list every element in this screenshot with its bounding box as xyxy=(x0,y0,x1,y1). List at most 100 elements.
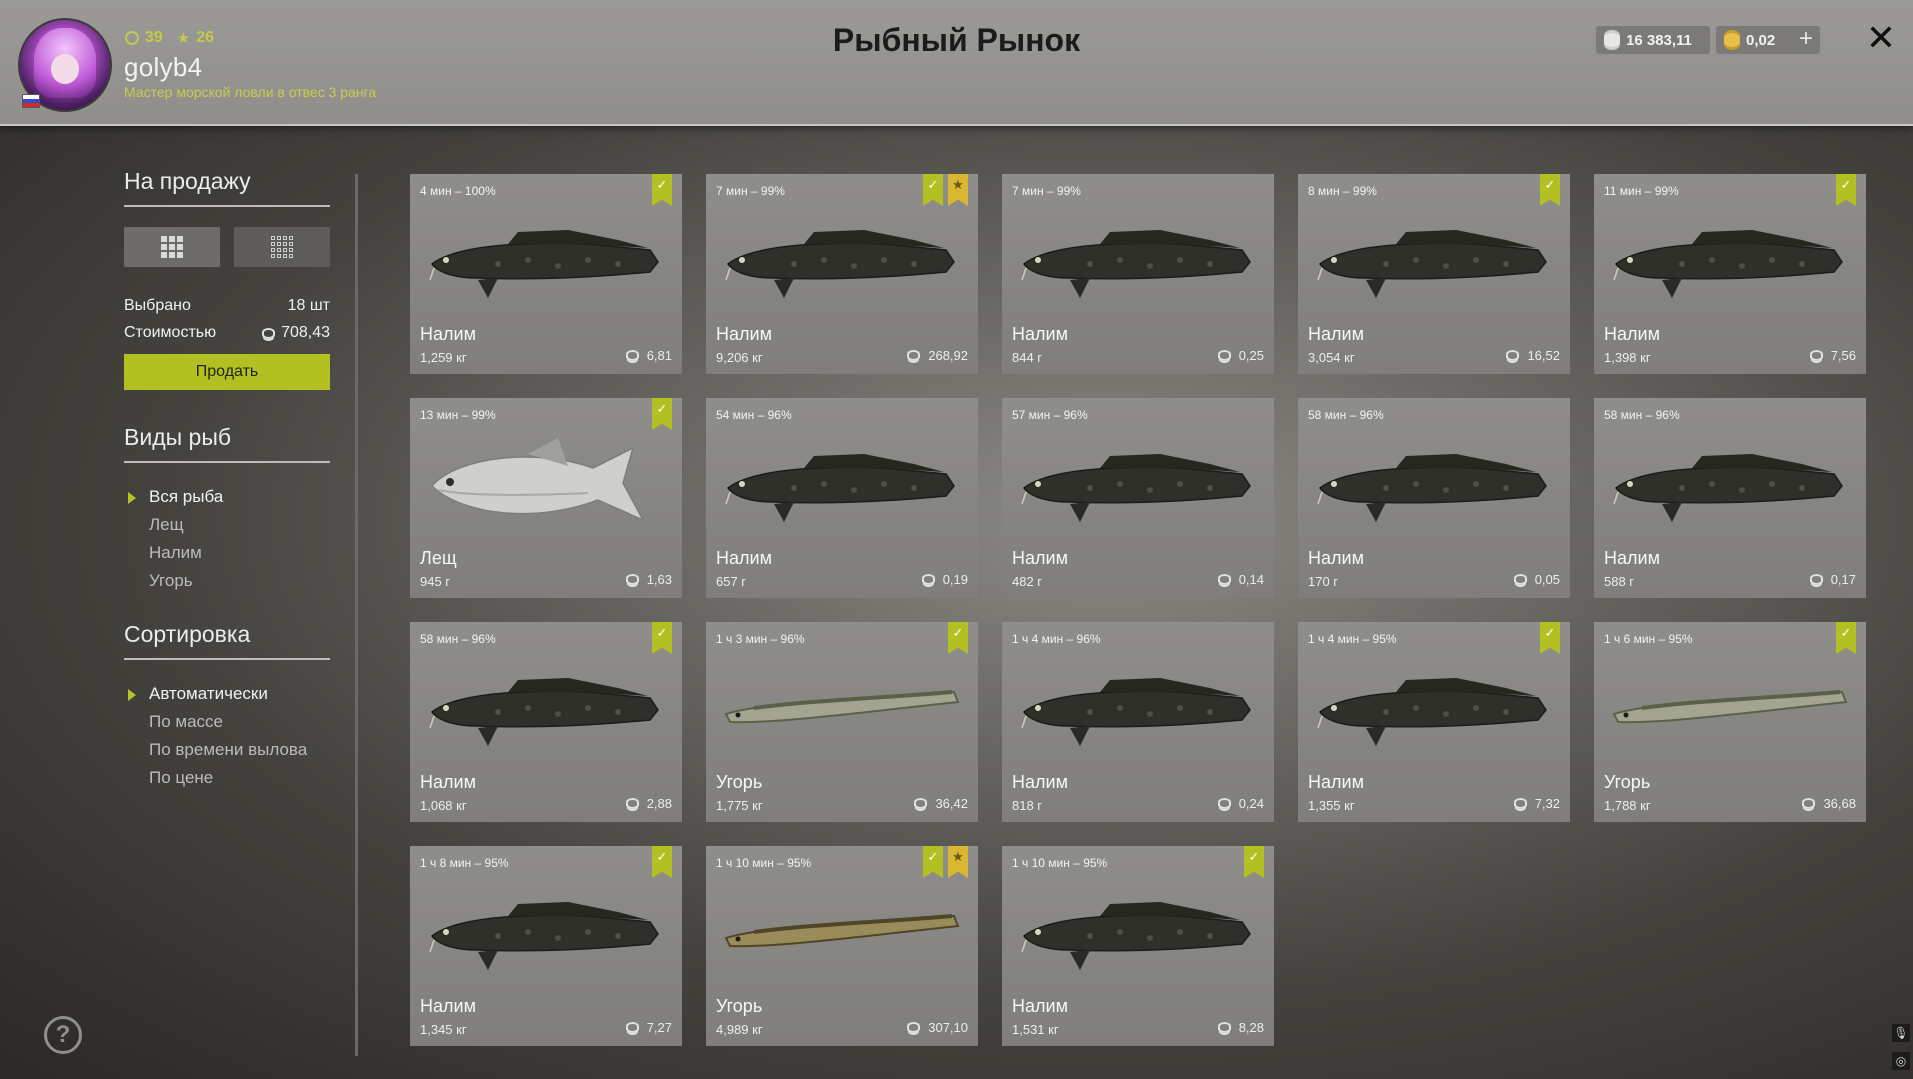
card-badges: ✓ ★ xyxy=(923,846,968,878)
silver-coin-icon xyxy=(914,798,928,809)
sort-item[interactable]: Автоматически xyxy=(124,680,330,708)
burbot-image xyxy=(418,662,674,752)
fish-card[interactable]: 58 мин – 96% Налим 170 г 0,05 xyxy=(1298,398,1570,598)
fish-price: 0,14 xyxy=(1217,572,1264,587)
selected-check-icon[interactable]: ✓ xyxy=(1540,622,1560,654)
fish-card[interactable]: 1 ч 3 мин – 96% ✓ Угорь 1,775 кг 36,42 xyxy=(706,622,978,822)
price-value: 36,42 xyxy=(935,796,968,811)
price-value: 268,92 xyxy=(928,348,968,363)
species-item[interactable]: Вся рыба xyxy=(124,483,330,511)
sell-button[interactable]: Продать xyxy=(124,354,330,390)
selected-check-icon[interactable]: ✓ xyxy=(923,174,943,206)
fish-weight: 844 г xyxy=(1012,350,1043,365)
sort-item[interactable]: По времени вылова xyxy=(124,736,330,764)
sort-item[interactable]: По массе xyxy=(124,708,330,736)
fish-card[interactable]: 4 мин – 100% ✓ Налим 1,259 кг 6,81 xyxy=(410,174,682,374)
cost-summary: Стоимостью 708,43 xyxy=(124,324,330,342)
close-button[interactable]: ✕ xyxy=(1864,20,1898,56)
fish-name: Налим xyxy=(1012,996,1068,1016)
fish-card[interactable]: 1 ч 4 мин – 96% Налим 818 г 0,24 xyxy=(1002,622,1274,822)
burbot-image xyxy=(1010,886,1266,976)
fish-card[interactable]: 8 мин – 99% ✓ Налим 3,054 кг 16,52 xyxy=(1298,174,1570,374)
burbot-image xyxy=(1306,438,1562,528)
fish-card[interactable]: 7 мин – 99% Налим 844 г 0,25 xyxy=(1002,174,1274,374)
fish-price: 268,92 xyxy=(907,348,968,363)
fish-weight: 945 г xyxy=(420,574,451,589)
fish-card[interactable]: 58 мин – 96% ✓ Налим 1,068 кг 2,88 xyxy=(410,622,682,822)
help-button[interactable]: ? xyxy=(44,1016,82,1054)
selected-check-icon[interactable]: ✓ xyxy=(948,622,968,654)
fish-name: Угорь xyxy=(716,772,763,792)
price-value: 16,52 xyxy=(1527,348,1560,363)
fish-card[interactable]: 57 мин – 96% Налим 482 г 0,14 xyxy=(1002,398,1274,598)
sort-item[interactable]: По цене xyxy=(124,764,330,792)
card-badges: ✓ xyxy=(652,174,672,206)
silver-coin-icon xyxy=(1217,350,1231,361)
selected-check-icon[interactable]: ✓ xyxy=(652,174,672,206)
selected-check-icon[interactable]: ✓ xyxy=(652,846,672,878)
price-value: 0,17 xyxy=(1830,572,1856,587)
settings-icon[interactable]: ◎ xyxy=(1892,1052,1910,1070)
price-value: 0,19 xyxy=(942,572,968,587)
catch-time: 13 мин – 99% xyxy=(420,408,496,422)
species-filter-list: Вся рыба Лещ Налим Угорь xyxy=(124,483,330,595)
fish-price: 7,56 xyxy=(1809,348,1856,363)
header-bar: 39 ★ 26 golyb4 Мастер морской ловли в от… xyxy=(0,0,1913,126)
catch-time: 58 мин – 96% xyxy=(420,632,496,646)
fish-card[interactable]: 7 мин – 99% ✓ ★ Налим 9,206 кг 268,92 xyxy=(706,174,978,374)
fish-price: 1,63 xyxy=(625,572,672,587)
fish-card[interactable]: 1 ч 10 мин – 95% ✓ ★ Угорь 4,989 кг 307,10 xyxy=(706,846,978,1046)
burbot-image xyxy=(1010,438,1266,528)
fish-price: 0,25 xyxy=(1217,348,1264,363)
catch-time: 1 ч 6 мин – 95% xyxy=(1604,632,1693,646)
fish-weight: 1,355 кг xyxy=(1308,798,1355,813)
species-label: Угорь xyxy=(149,571,193,590)
selected-check-icon[interactable]: ✓ xyxy=(652,622,672,654)
species-item[interactable]: Лещ xyxy=(124,511,330,539)
silver-coin-icon xyxy=(1802,798,1816,809)
silver-balance: 16 383,11 xyxy=(1596,26,1710,54)
microphone-icon[interactable]: 🎙 xyxy=(1892,1024,1910,1042)
fish-name: Налим xyxy=(1012,324,1068,344)
silver-coin-icon xyxy=(907,1022,921,1033)
species-item[interactable]: Угорь xyxy=(124,567,330,595)
fish-card[interactable]: 1 ч 6 мин – 95% ✓ Угорь 1,788 кг 36,68 xyxy=(1594,622,1866,822)
card-badges: ✓ xyxy=(652,622,672,654)
selected-check-icon[interactable]: ✓ xyxy=(1836,174,1856,206)
fish-price: 16,52 xyxy=(1506,348,1560,363)
sort-list: Автоматически По массе По времени вылова По… xyxy=(124,680,330,792)
fish-card[interactable]: 1 ч 4 мин – 95% ✓ Налим 1,355 кг 7,32 xyxy=(1298,622,1570,822)
selected-check-icon[interactable]: ✓ xyxy=(1836,622,1856,654)
fish-card[interactable]: 1 ч 8 мин – 95% ✓ Налим 1,345 кг 7,27 xyxy=(410,846,682,1046)
fish-weight: 657 г xyxy=(716,574,747,589)
silver-coin-icon xyxy=(907,350,921,361)
selected-check-icon[interactable]: ✓ xyxy=(1540,174,1560,206)
trophy-star-icon: ★ xyxy=(948,846,968,878)
selected-check-icon[interactable]: ✓ xyxy=(652,398,672,430)
fish-name: Налим xyxy=(716,324,772,344)
silver-coin-icon xyxy=(1604,33,1620,47)
price-value: 0,14 xyxy=(1238,572,1264,587)
fish-weight: 1,259 кг xyxy=(420,350,467,365)
fish-weight: 1,788 кг xyxy=(1604,798,1651,813)
fish-card[interactable]: 11 мин – 99% ✓ Налим 1,398 кг 7,56 xyxy=(1594,174,1866,374)
small-grid-view-button[interactable] xyxy=(234,227,330,267)
catch-time: 58 мин – 96% xyxy=(1604,408,1680,422)
fish-price: 6,81 xyxy=(625,348,672,363)
selected-check-icon[interactable]: ✓ xyxy=(923,846,943,878)
add-gold-button[interactable]: + xyxy=(1792,26,1820,54)
fish-card[interactable]: 1 ч 10 мин – 95% ✓ Налим 1,531 кг 8,28 xyxy=(1002,846,1274,1046)
fish-card[interactable]: 13 мин – 99% ✓ Лещ 945 г 1,63 xyxy=(410,398,682,598)
fish-price: 2,88 xyxy=(625,796,672,811)
selected-check-icon[interactable]: ✓ xyxy=(1244,846,1264,878)
fish-name: Налим xyxy=(420,324,476,344)
selected-arrow-icon xyxy=(128,492,136,504)
fish-weight: 3,054 кг xyxy=(1308,350,1355,365)
fish-card[interactable]: 58 мин – 96% Налим 588 г 0,17 xyxy=(1594,398,1866,598)
large-grid-view-button[interactable] xyxy=(124,227,220,267)
fish-weight: 1,775 кг xyxy=(716,798,763,813)
species-item[interactable]: Налим xyxy=(124,539,330,567)
fish-card[interactable]: 54 мин – 96% Налим 657 г 0,19 xyxy=(706,398,978,598)
fish-name: Налим xyxy=(1604,548,1660,568)
price-value: 6,81 xyxy=(646,348,672,363)
